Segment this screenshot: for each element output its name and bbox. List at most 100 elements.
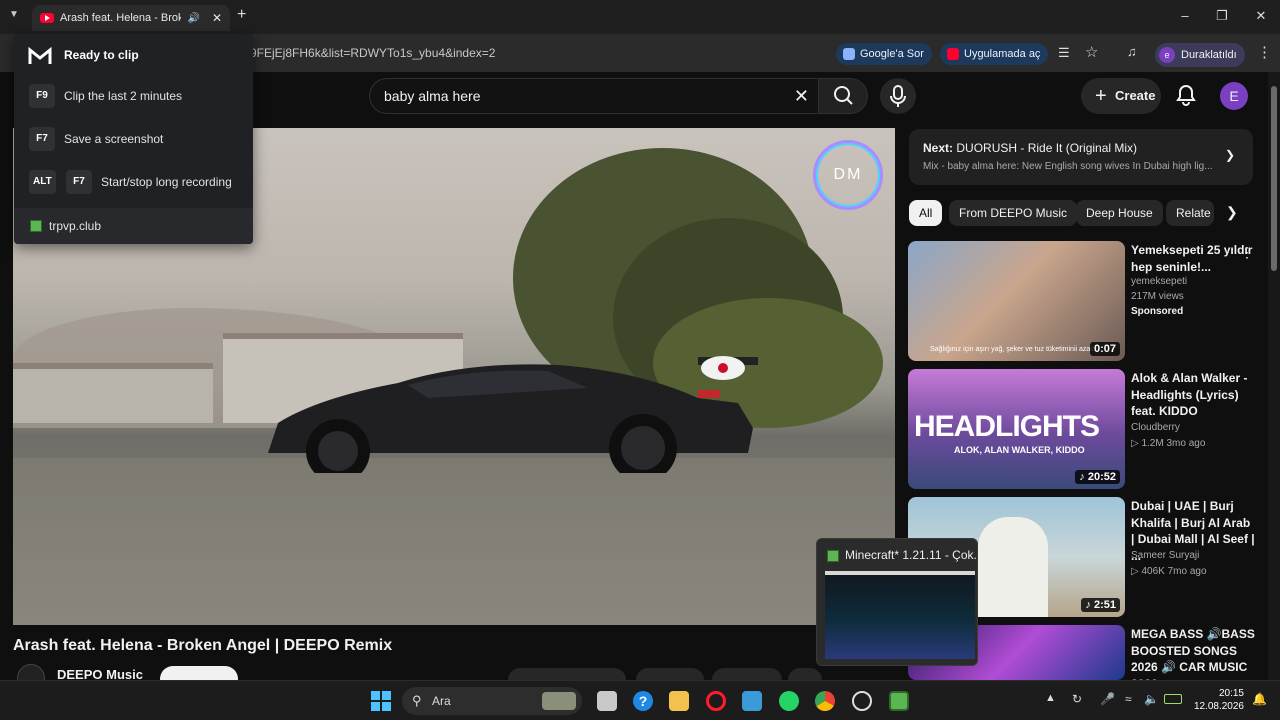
video-title-related[interactable]: Yemeksepeti 25 yıldır hep seninle!...	[1131, 242, 1256, 275]
youtube-app-icon	[947, 48, 959, 60]
notifications-bell-icon[interactable]	[1176, 84, 1196, 111]
clear-search-icon[interactable]: ✕	[794, 79, 809, 113]
youtube-favicon-icon	[40, 13, 54, 23]
browser-menu-icon[interactable]: ⋮	[1257, 43, 1272, 61]
clip-row-screenshot[interactable]: F7 Save a screenshot	[14, 121, 253, 157]
new-tab-button[interactable]: +	[237, 6, 246, 24]
next-title-line: Next: DUORUSH - Ride It (Original Mix)	[923, 141, 1137, 155]
clip-footer: trpvp.club	[14, 208, 253, 244]
battery-icon[interactable]	[1164, 694, 1182, 704]
minecraft-icon	[827, 550, 839, 562]
video-channel: Cloudberry	[1131, 422, 1180, 433]
profile-status: Duraklatıldı	[1181, 49, 1237, 61]
start-windows-icon[interactable]	[371, 691, 391, 716]
clip-footer-label: trpvp.club	[49, 219, 102, 233]
key-badge: ALT	[29, 170, 56, 194]
chip-related[interactable]: Relate	[1166, 200, 1214, 226]
search-input[interactable]: baby alma here ✕	[369, 78, 822, 114]
up-next-box[interactable]: Next: DUORUSH - Ride It (Original Mix) M…	[909, 129, 1253, 185]
windows-taskbar: ⚲ Ara ? ▲ ↻ 🎤 ≈ 🔈 20:15 12.08.2026 🔔	[0, 680, 1280, 720]
whatsapp-icon[interactable]	[779, 691, 799, 711]
profile-button[interactable]: e Duraklatıldı	[1155, 43, 1245, 67]
clip-row-long-recording[interactable]: ALT F7 Start/stop long recording	[14, 164, 253, 200]
video-title-related[interactable]: MEGA BASS 🔊BASS BOOSTED SONGS 2026 🔊 CAR…	[1131, 626, 1256, 680]
chip-all[interactable]: All	[909, 200, 943, 226]
video-thumbnail[interactable]: Sağlığınız için aşırı yağ, şeker ve tuz …	[908, 241, 1125, 361]
bookmark-star-icon[interactable]: ☆	[1085, 43, 1098, 61]
tray-chevron-up-icon[interactable]: ▲	[1045, 692, 1056, 704]
google-ask-button[interactable]: Google'a Sor	[836, 43, 932, 65]
video-duration: ♪ 20:52	[1075, 470, 1120, 484]
video-views: ▷ 1.2M 3mo ago	[1131, 438, 1206, 449]
maximize-button[interactable]: ❐	[1212, 8, 1232, 24]
open-in-app-button[interactable]: Uygulamada aç	[940, 43, 1049, 65]
minimize-button[interactable]: –	[1175, 8, 1195, 23]
google-ask-label: Google'a Sor	[860, 48, 924, 60]
chip-from-deepo[interactable]: From DEEPO Music	[949, 200, 1078, 226]
close-window-button[interactable]: ✕	[1251, 8, 1271, 24]
thumb-subtext: ALOK, ALAN WALKER, KIDDO	[954, 445, 1085, 455]
task-view-icon[interactable]	[597, 691, 617, 711]
address-bar[interactable]: 9FEjEj8FH6k&list=RDWYTo1s_ybu4&index=2	[250, 38, 830, 68]
search-value: baby alma here	[384, 88, 481, 104]
user-avatar[interactable]: E	[1220, 82, 1248, 110]
next-title: DUORUSH - Ride It (Original Mix)	[956, 141, 1138, 155]
key-badge: F9	[29, 84, 55, 108]
search-highlight-art	[542, 692, 576, 710]
video-channel: yemeksepeti	[1131, 276, 1188, 287]
video-views: ▷ 406K 7mo ago	[1131, 566, 1207, 577]
voice-search-button[interactable]	[880, 78, 916, 114]
clip-row-label: Start/stop long recording	[101, 175, 232, 189]
video-channel: Sameer Suryaji	[1131, 550, 1200, 561]
chevron-down-icon[interactable]: ❯	[1225, 148, 1235, 162]
microphone-icon	[890, 85, 906, 107]
building	[13, 363, 213, 423]
clock-date: 12.08.2026	[1193, 701, 1244, 712]
minecraft-taskbar-icon[interactable]	[889, 691, 909, 711]
page-scrollbar[interactable]	[1268, 72, 1280, 680]
help-icon[interactable]: ?	[633, 691, 653, 711]
chips-next-arrow-icon[interactable]: ❯	[1226, 204, 1238, 221]
taskbar-search[interactable]: ⚲ Ara	[402, 687, 582, 715]
clip-title: Ready to clip	[64, 48, 139, 62]
file-explorer-icon[interactable]	[669, 691, 689, 711]
browser-tab-bar: ▼ Arash feat. Helena - Broken Angel 🔊 ✕ …	[0, 0, 1280, 34]
tab-close-icon[interactable]: ✕	[212, 11, 222, 25]
more-options-icon[interactable]: ⋮	[1240, 244, 1254, 261]
thumb-person	[978, 517, 1048, 617]
tab-list-chevron-icon[interactable]: ▼	[9, 9, 19, 20]
notification-bell-icon[interactable]: 🔔	[1252, 692, 1267, 706]
search-button[interactable]	[818, 78, 868, 114]
speaker-icon[interactable]: 🔊	[187, 13, 199, 24]
key-badge: F7	[66, 170, 92, 194]
preview-title: Minecraft* 1.21.11 - Çok...	[845, 548, 984, 562]
clip-row-last-2-min[interactable]: F9 Clip the last 2 minutes	[14, 78, 253, 114]
volume-icon[interactable]: 🔈	[1144, 692, 1159, 706]
create-button[interactable]: Create	[1081, 78, 1161, 114]
taskbar-clock[interactable]: 20:15 12.08.2026	[1188, 687, 1244, 713]
browser-tab-active[interactable]: Arash feat. Helena - Broken Angel 🔊 ✕	[32, 5, 230, 31]
profile-avatar: e	[1159, 47, 1175, 63]
video-title-related[interactable]: Alok & Alan Walker - Headlights (Lyrics)…	[1131, 370, 1256, 420]
media-control-icon[interactable]: ♫	[1127, 44, 1137, 59]
video-duration: 0:07	[1089, 342, 1120, 356]
clip-row-label: Clip the last 2 minutes	[64, 89, 183, 103]
tray-sync-icon[interactable]: ↻	[1072, 692, 1082, 706]
search-icon: ⚲	[412, 693, 422, 708]
calculator-app-icon[interactable]	[742, 691, 762, 711]
sponsored-badge: Sponsored	[1131, 306, 1184, 317]
translate-icon[interactable]: ☰	[1058, 45, 1070, 61]
steam-icon[interactable]	[852, 691, 872, 711]
video-thumbnail[interactable]: HEADLIGHTS ALOK, ALAN WALKER, KIDDO ♪ 20…	[908, 369, 1125, 489]
wifi-icon[interactable]: ≈	[1125, 692, 1132, 706]
video-views: 217M views	[1131, 291, 1184, 302]
sports-car	[268, 356, 758, 473]
taskbar-search-label: Ara	[432, 694, 451, 708]
scrollbar-thumb[interactable]	[1271, 86, 1277, 271]
opera-icon[interactable]	[706, 691, 726, 711]
tray-mic-icon[interactable]: 🎤	[1100, 692, 1115, 706]
taskbar-window-preview[interactable]: Minecraft* 1.21.11 - Çok...	[816, 538, 984, 666]
video-title: Arash feat. Helena - Broken Angel | DEEP…	[13, 637, 393, 654]
chip-deep-house[interactable]: Deep House	[1076, 200, 1163, 226]
chrome-icon[interactable]	[815, 691, 835, 711]
